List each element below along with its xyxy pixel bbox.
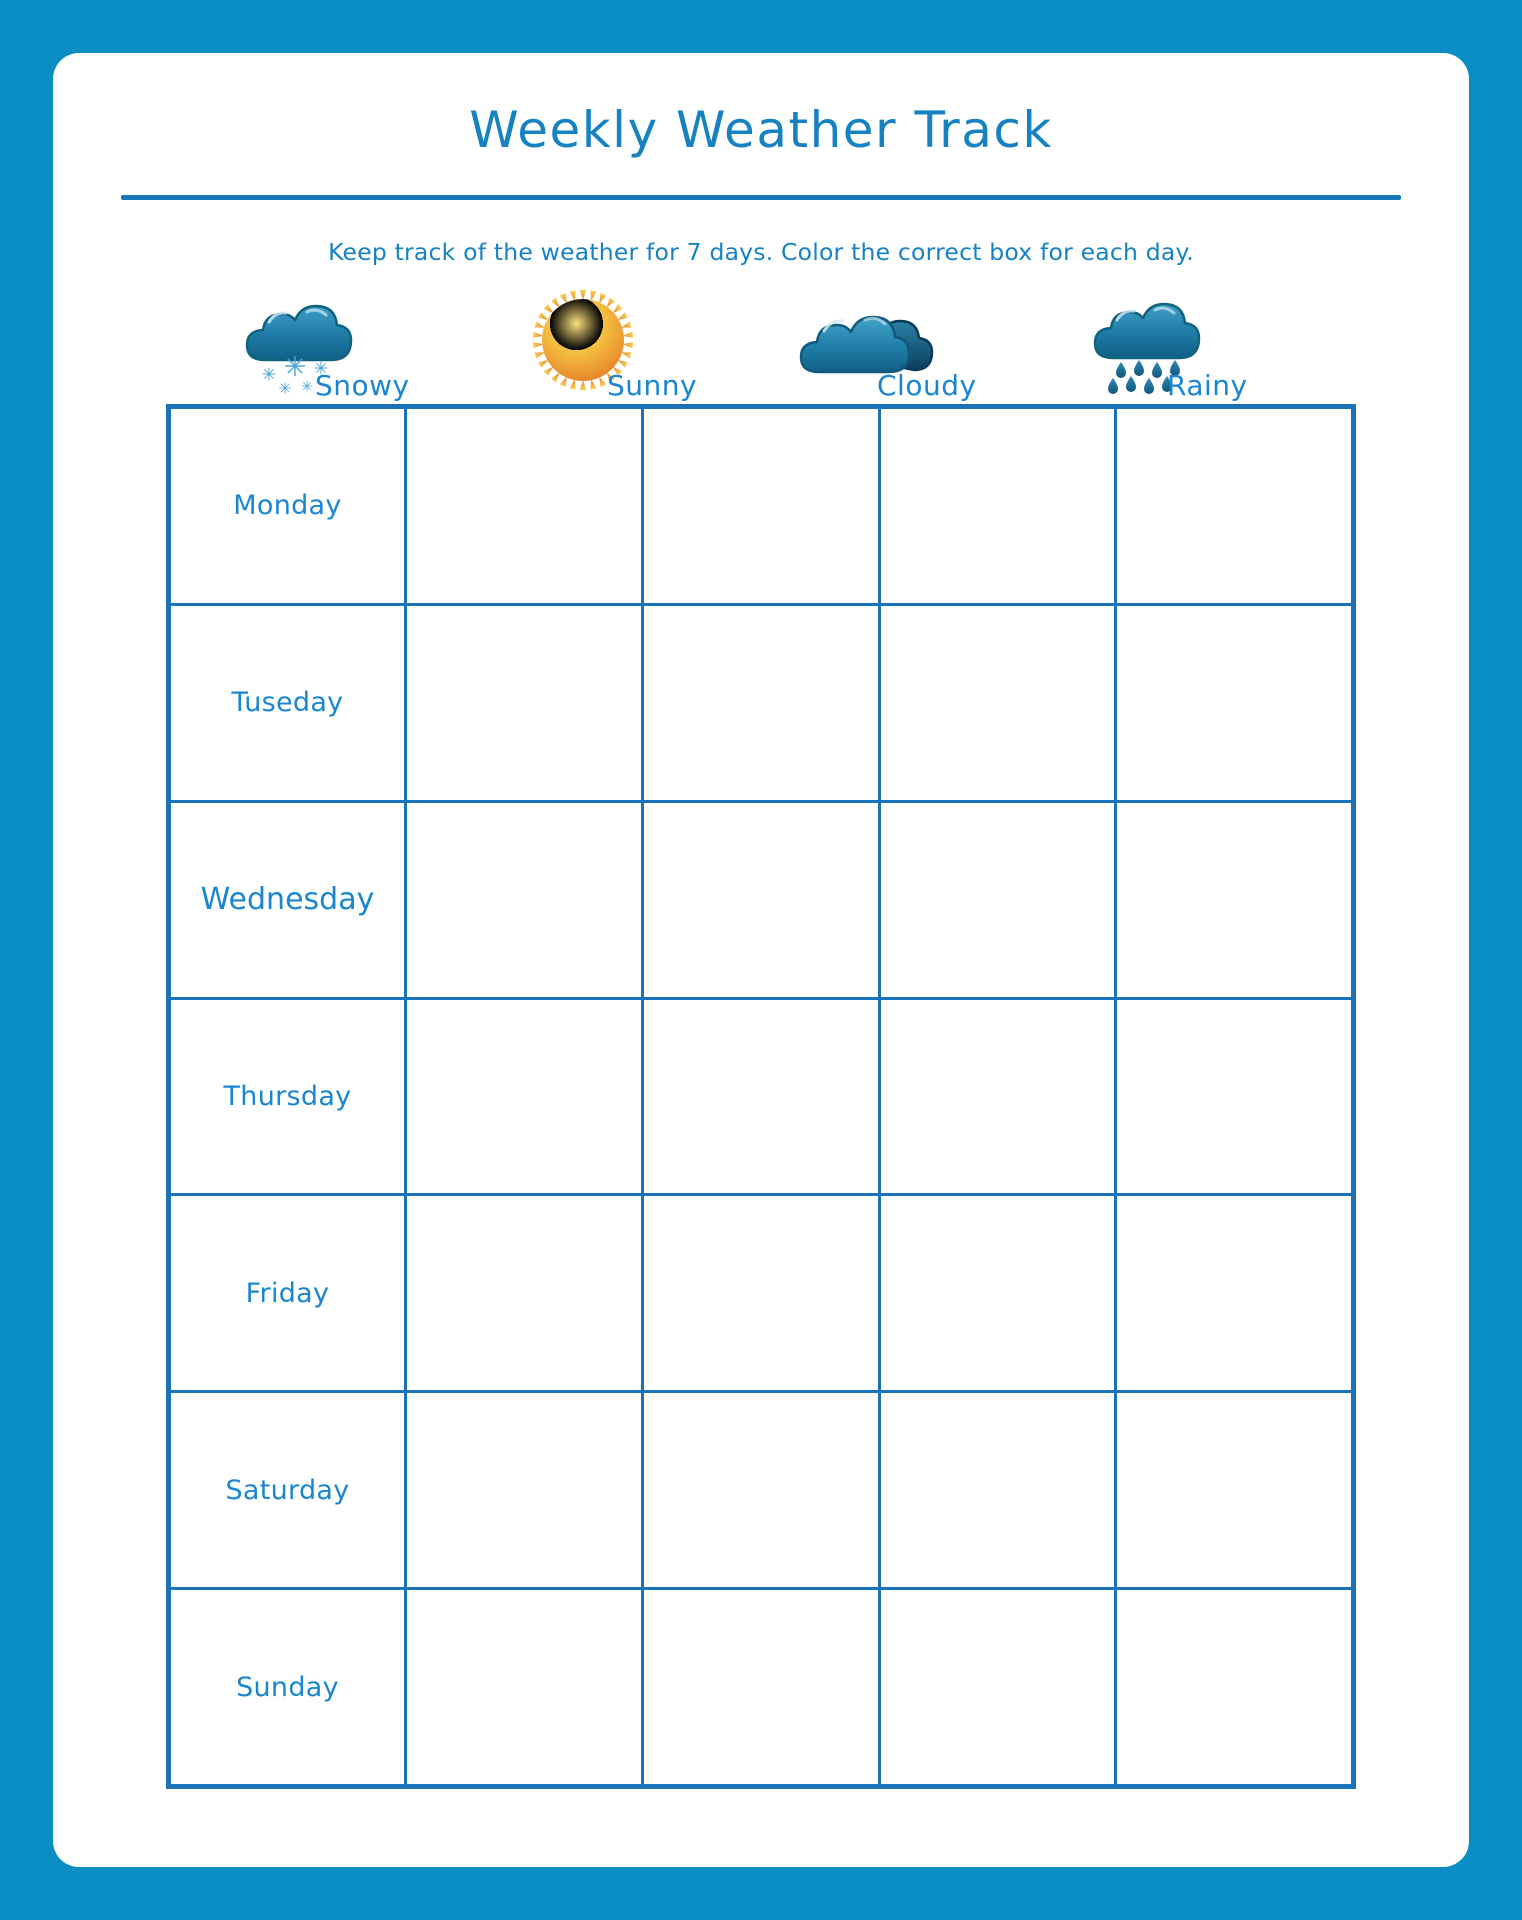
- checkbox-cell-thursday-sunny[interactable]: [644, 999, 881, 1194]
- day-label-saturday: Saturday: [171, 1393, 407, 1588]
- table-row: Friday: [171, 1196, 1351, 1394]
- day-label-friday: Friday: [171, 1196, 407, 1391]
- checkbox-cell-saturday-sunny[interactable]: [644, 1393, 881, 1588]
- checkbox-cell-monday-rainy[interactable]: [1117, 409, 1351, 603]
- table-row: Tuseday: [171, 605, 1351, 803]
- day-label-thursday: Thursday: [171, 999, 407, 1194]
- checkbox-cell-friday-snowy[interactable]: [407, 1196, 644, 1391]
- table-row: Thursday: [171, 999, 1351, 1197]
- checkbox-cell-wednesday-cloudy[interactable]: [881, 802, 1118, 997]
- legend-item-cloudy: Cloudy: [791, 284, 1075, 404]
- day-label-tuseday: Tuseday: [171, 605, 407, 800]
- checkbox-cell-friday-sunny[interactable]: [644, 1196, 881, 1391]
- page-title: Weekly Weather Track: [469, 101, 1053, 159]
- checkbox-cell-wednesday-sunny[interactable]: [644, 802, 881, 997]
- legend-item-sunny: Sunny: [507, 284, 791, 404]
- legend-label-rainy: Rainy: [1167, 369, 1248, 402]
- worksheet-card: Weekly Weather Track Keep track of the w…: [53, 53, 1469, 1867]
- checkbox-cell-monday-cloudy[interactable]: [881, 409, 1118, 603]
- checkbox-cell-thursday-cloudy[interactable]: [881, 999, 1118, 1194]
- table-row: Sunday: [171, 1590, 1351, 1785]
- checkbox-cell-sunday-snowy[interactable]: [407, 1590, 644, 1785]
- day-label-monday: Monday: [171, 409, 407, 603]
- legend-item-rainy: Rainy: [1075, 284, 1359, 404]
- checkbox-cell-saturday-rainy[interactable]: [1117, 1393, 1351, 1587]
- instructions-text: Keep track of the weather for 7 days. Co…: [328, 238, 1194, 266]
- checkbox-cell-tuseday-cloudy[interactable]: [881, 605, 1118, 800]
- checkbox-cell-wednesday-snowy[interactable]: [407, 802, 644, 997]
- weather-tracking-table: Monday Tuseday Wednesday Thursday Friday…: [166, 404, 1356, 1789]
- checkbox-cell-wednesday-rainy[interactable]: [1117, 803, 1351, 997]
- checkbox-cell-sunday-rainy[interactable]: [1117, 1590, 1351, 1784]
- checkbox-cell-friday-rainy[interactable]: [1117, 1196, 1351, 1390]
- legend-label-sunny: Sunny: [607, 369, 698, 402]
- day-label-wednesday: Wednesday: [171, 802, 407, 997]
- title-divider: [121, 195, 1401, 200]
- checkbox-cell-sunday-sunny[interactable]: [644, 1590, 881, 1785]
- legend-label-cloudy: Cloudy: [877, 369, 977, 402]
- checkbox-cell-friday-cloudy[interactable]: [881, 1196, 1118, 1391]
- table-row: Monday: [171, 409, 1351, 606]
- checkbox-cell-monday-snowy[interactable]: [407, 409, 644, 603]
- checkbox-cell-tuseday-sunny[interactable]: [644, 605, 881, 800]
- worksheet-page: Weekly Weather Track Keep track of the w…: [0, 0, 1522, 1920]
- table-row: Wednesday: [171, 802, 1351, 1000]
- checkbox-cell-saturday-cloudy[interactable]: [881, 1393, 1118, 1588]
- table-row: Saturday: [171, 1393, 1351, 1591]
- checkbox-cell-monday-sunny[interactable]: [644, 409, 881, 603]
- day-label-sunday: Sunday: [171, 1590, 407, 1785]
- weather-legend: Snowy Sunny Cloudy Rainy: [53, 284, 1469, 404]
- checkbox-cell-saturday-snowy[interactable]: [407, 1393, 644, 1588]
- legend-label-snowy: Snowy: [315, 369, 410, 402]
- checkbox-cell-sunday-cloudy[interactable]: [881, 1590, 1118, 1785]
- checkbox-cell-tuseday-rainy[interactable]: [1117, 606, 1351, 800]
- legend-item-snowy: Snowy: [223, 284, 507, 404]
- checkbox-cell-thursday-snowy[interactable]: [407, 999, 644, 1194]
- checkbox-cell-tuseday-snowy[interactable]: [407, 605, 644, 800]
- checkbox-cell-thursday-rainy[interactable]: [1117, 1000, 1351, 1194]
